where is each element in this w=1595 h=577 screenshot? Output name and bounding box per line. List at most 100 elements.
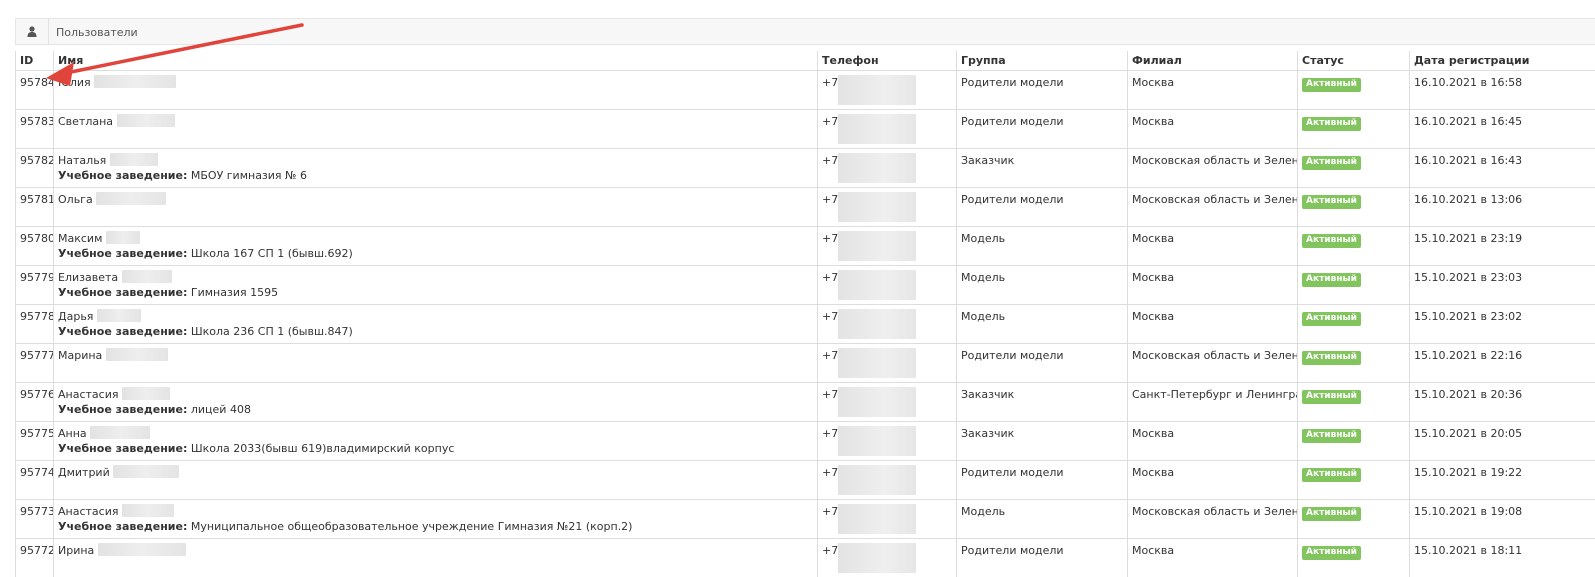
cell-phone: +7 (818, 539, 957, 577)
cell-status: Активный (1298, 71, 1410, 110)
user-name[interactable]: Марина (58, 349, 102, 362)
cell-date: 15.10.2021 в 23:19 (1410, 227, 1595, 266)
table-row[interactable]: 95772Ирина +7Родители моделиМоскваАктивн… (16, 539, 1595, 577)
redacted-phone (838, 153, 916, 183)
user-name[interactable]: Анастасия (58, 388, 118, 401)
cell-status: Активный (1298, 266, 1410, 305)
cell-group: Родители модели (957, 71, 1128, 110)
cell-date: 15.10.2021 в 23:02 (1410, 305, 1595, 344)
cell-branch: Москва (1128, 227, 1298, 266)
column-header-id[interactable]: ID (16, 51, 54, 71)
table-row[interactable]: 95778Дарья Учебное заведение: Школа 236 … (16, 305, 1595, 344)
cell-id: 95778 (16, 305, 54, 344)
school-label: Учебное заведение: (58, 247, 187, 260)
column-header-status[interactable]: Статус (1298, 51, 1410, 71)
user-name[interactable]: Анна (58, 427, 87, 440)
cell-status: Активный (1298, 110, 1410, 149)
column-header-branch[interactable]: Филиал (1128, 51, 1298, 71)
cell-id: 95779 (16, 266, 54, 305)
column-header-name[interactable]: Имя (54, 51, 818, 71)
cell-branch: Москва (1128, 305, 1298, 344)
cell-group: Родители модели (957, 344, 1128, 383)
redacted-phone (838, 543, 916, 573)
cell-id: 95784 (16, 71, 54, 110)
school-label: Учебное заведение: (58, 286, 187, 299)
redacted-phone (838, 309, 916, 339)
cell-id: 95775 (16, 422, 54, 461)
table-row[interactable]: 95774Дмитрий +7Родители моделиМоскваАкти… (16, 461, 1595, 500)
redacted-phone (838, 465, 916, 495)
table-row[interactable]: 95782 Наталья Учебное заведение: МБОУ гим… (16, 149, 1595, 188)
cell-id: 95774 (16, 461, 54, 500)
school-label: Учебное заведение: (58, 325, 187, 338)
user-name[interactable]: Дарья (58, 310, 93, 323)
status-badge: Активный (1302, 195, 1361, 209)
cell-id: 95772 (16, 539, 54, 577)
user-name[interactable]: Максим (58, 232, 102, 245)
phone-prefix: +7 (822, 310, 838, 323)
table-row[interactable]: 95779 Елизавета Учебное заведение: Гимназ… (16, 266, 1595, 305)
cell-phone: +7 (818, 500, 957, 539)
user-name[interactable]: Ирина (58, 544, 94, 557)
table-row[interactable]: 95783Светлана +7Родители моделиМоскваАкт… (16, 110, 1595, 149)
table-row[interactable]: 95784Юлия +7Родители моделиМоскваАктивны… (16, 71, 1595, 110)
cell-group: Заказчик (957, 149, 1128, 188)
cell-group: Модель (957, 266, 1128, 305)
user-name[interactable]: Ольга (58, 193, 93, 206)
cell-name: Дмитрий (54, 461, 818, 500)
school-line: Учебное заведение: Школа 2033(бывш 619)в… (58, 441, 813, 456)
school-label: Учебное заведение: (58, 169, 187, 182)
school-value: Муниципальное общеобразовательное учрежд… (191, 520, 633, 533)
phone-prefix: +7 (822, 388, 838, 401)
user-name[interactable]: Светлана (58, 115, 113, 128)
cell-phone: +7 (818, 383, 957, 422)
redacted-surname (122, 387, 170, 400)
column-header-date[interactable]: Дата регистрации (1410, 51, 1595, 71)
table-row[interactable]: 95775 Анна Учебное заведение: Школа 2033(… (16, 422, 1595, 461)
cell-name: Дарья Учебное заведение: Школа 236 СП 1 … (54, 305, 818, 344)
redacted-surname (106, 348, 168, 361)
cell-id: 95776 (16, 383, 54, 422)
status-badge: Активный (1302, 234, 1361, 248)
cell-id: 95782 (16, 149, 54, 188)
user-name[interactable]: Анастасия (58, 505, 118, 518)
cell-date: 16.10.2021 в 16:45 (1410, 110, 1595, 149)
cell-branch: Москва (1128, 422, 1298, 461)
column-header-group[interactable]: Группа (957, 51, 1128, 71)
cell-branch: Москва (1128, 539, 1298, 577)
school-value: лицей 408 (191, 403, 251, 416)
cell-name: Ирина (54, 539, 818, 577)
phone-prefix: +7 (822, 193, 838, 206)
table-row[interactable]: 95777Марина +7Родители моделиМосковская … (16, 344, 1595, 383)
cell-group: Родители модели (957, 461, 1128, 500)
cell-date: 16.10.2021 в 16:43 (1410, 149, 1595, 188)
cell-branch: Московская область и Зеленоград (1128, 500, 1298, 539)
school-value: Гимназия 1595 (191, 286, 278, 299)
table-row[interactable]: 95773Анастасия Учебное заведение: Муници… (16, 500, 1595, 539)
redacted-surname (97, 309, 141, 322)
status-badge: Активный (1302, 312, 1361, 326)
cell-phone: +7 (818, 110, 957, 149)
phone-prefix: +7 (822, 271, 838, 284)
column-header-phone[interactable]: Телефон (818, 51, 957, 71)
user-icon (16, 19, 49, 44)
school-line: Учебное заведение: Гимназия 1595 (58, 285, 813, 300)
cell-group: Модель (957, 305, 1128, 344)
school-value: МБОУ гимназия № 6 (191, 169, 307, 182)
user-name[interactable]: Наталья (58, 154, 106, 167)
table-row[interactable]: 95776Анастасия Учебное заведение: лицей … (16, 383, 1595, 422)
user-name[interactable]: Дмитрий (58, 466, 110, 479)
table-row[interactable]: 95781Ольга +7Родители моделиМосковская о… (16, 188, 1595, 227)
phone-prefix: +7 (822, 154, 838, 167)
redacted-phone (838, 75, 916, 105)
status-badge: Активный (1302, 156, 1361, 170)
status-badge: Активный (1302, 78, 1361, 92)
phone-prefix: +7 (822, 466, 838, 479)
user-name[interactable]: Елизавета (58, 271, 118, 284)
school-line: Учебное заведение: Школа 167 СП 1 (бывш.… (58, 246, 813, 261)
cell-id: 95780 (16, 227, 54, 266)
status-badge: Активный (1302, 507, 1361, 521)
cell-branch: Санкт-Петербург и Ленинградская область (1128, 383, 1298, 422)
user-name[interactable]: Юлия (58, 76, 91, 89)
table-row[interactable]: 95780 Максим Учебное заведение: Школа 167… (16, 227, 1595, 266)
